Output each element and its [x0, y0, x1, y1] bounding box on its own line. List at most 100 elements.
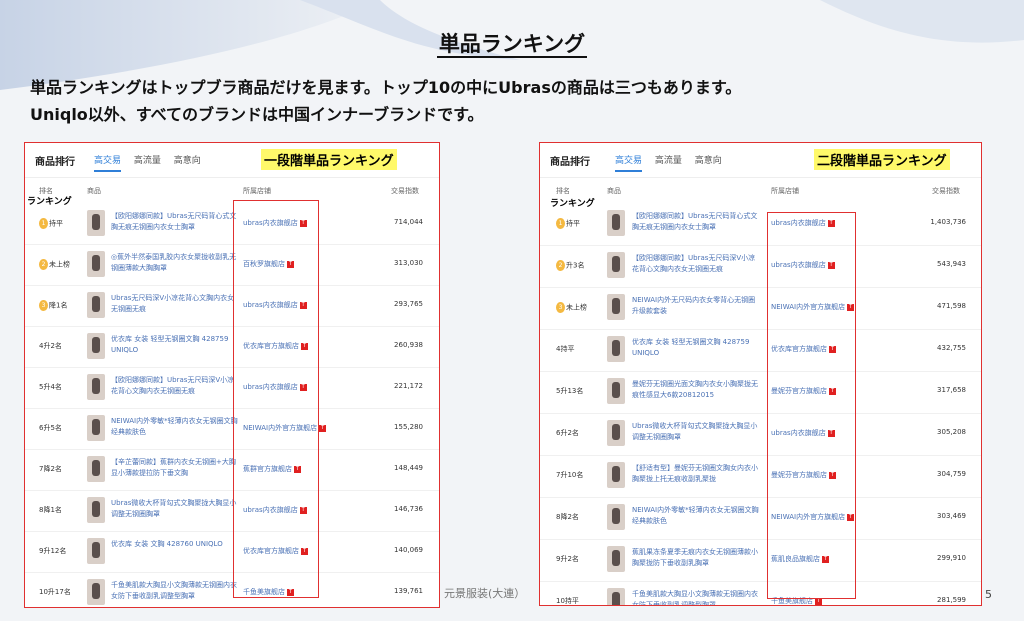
product-thumbnail[interactable] — [607, 420, 625, 446]
product-name-link[interactable]: NEIWAI内外无尺码内衣女零背心无钢圈升级款套装 — [632, 295, 760, 319]
tab-high-traffic[interactable]: 高流量 — [134, 156, 161, 166]
trade-index-value: 221,172 — [394, 382, 423, 390]
rank-change: 4持平 — [556, 344, 574, 354]
rank-text: 4升2名 — [39, 342, 62, 350]
ranking-row[interactable]: 10持平 千鱼美肌款大胸显小文胸薄款无钢圈内衣女防下垂收副乳调整型胸罩 千鱼美旗舰店… — [540, 582, 981, 605]
rank-medal-icon: 1 — [39, 218, 48, 229]
product-thumbnail[interactable] — [87, 579, 105, 605]
product-name-link[interactable]: 【欧阳娜娜同款】Ubras无尺码深V小凉花背心文胸内衣无钢圈无痕 — [111, 375, 239, 399]
product-name-link[interactable]: Ubras微收大杯背勾式文胸聚拢大胸显小调整无钢圈胸罩 — [632, 421, 760, 445]
ranking-row[interactable]: 6升2名 Ubras微收大杯背勾式文胸聚拢大胸显小调整无钢圈胸罩 ubras内衣旗舰… — [540, 414, 981, 456]
ranking-row[interactable]: 8降1名 Ubras微收大杯背勾式文胸聚拢大胸显小调整无钢圈胸罩 ubras内衣旗舰… — [25, 491, 439, 532]
product-thumbnail[interactable] — [87, 456, 105, 482]
product-thumbnail[interactable] — [607, 294, 625, 320]
ranking-row[interactable]: 5升13名 曼妮芬无钢圈光面文胸内衣女小胸聚拢无痕性感显大6款20812015 曼妮… — [540, 372, 981, 414]
product-thumbnail[interactable] — [607, 504, 625, 530]
ranking-rows: 1 持平 【欧阳娜娜同款】Ubras无尺码背心式文胸无痕无钢圈内衣女士胸罩 ubras… — [540, 204, 981, 605]
product-thumbnail[interactable] — [87, 415, 105, 441]
ranking-row[interactable]: 8降2名 NEIWAI内外零敏*轻薄内衣女无钢圈文胸经典款肤色 NEIWAI内外官方… — [540, 498, 981, 540]
product-name-link[interactable]: 【欧阳娜娜同款】Ubras无尺码深V小凉花背心文胸内衣女无钢圈无痕 — [632, 253, 760, 277]
ranking-row[interactable]: 1 持平 【欧阳娜娜同款】Ubras无尺码背心式文胸无痕无钢圈内衣女士胸罩 ubras… — [25, 204, 439, 245]
tab-high-intent[interactable]: 高意向 — [695, 156, 722, 166]
ranking-row[interactable]: 9升12名 优衣库 女装 文胸 428760 UNIQLO 优衣库官方旗舰店 T 140… — [25, 532, 439, 573]
product-name-link[interactable]: 曼妮芬无钢圈光面文胸内衣女小胸聚拢无痕性感显大6款20812015 — [632, 379, 760, 403]
rank-medal-icon: 2 — [39, 259, 48, 270]
ranking-row[interactable]: 5升4名 【欧阳娜娜同款】Ubras无尺码深V小凉花背心文胸内衣无钢圈无痕 ubra… — [25, 368, 439, 409]
product-thumbnail[interactable] — [607, 378, 625, 404]
product-name-link[interactable]: ◎蕉外半然泰国乳胶内衣女聚拢收副乳无钢圈薄款大胸胸罩 — [111, 252, 239, 276]
trade-index-value: 305,208 — [937, 428, 966, 436]
trade-index-value: 139,761 — [394, 587, 423, 595]
ranking-row[interactable]: 4持平 优衣库 女装 轻型无钢圈文胸 428759 UNIQLO 优衣库官方旗舰店 T… — [540, 330, 981, 372]
ranking-row[interactable]: 7升10名 【舒适有型】曼妮芬无钢圈文胸女内衣小胸聚拢上托无痕收副乳聚拢 曼妮芬官方… — [540, 456, 981, 498]
col-trade-index[interactable]: 交易指数 — [932, 186, 960, 196]
product-thumbnail[interactable] — [87, 251, 105, 277]
rank-change: 3 未上榜 — [556, 302, 587, 313]
ranking-panel-stage2: 商品排行 高交易 高流量 高意向 二段階単品ランキング 排名 商品 所属店铺 交… — [539, 142, 982, 606]
tab-high-traffic[interactable]: 高流量 — [655, 156, 682, 166]
rank-text: 8降2名 — [556, 513, 579, 521]
product-name-link[interactable]: 【欧阳娜娜同款】Ubras无尺码背心式文胸无痕无钢圈内衣女士胸罩 — [632, 211, 760, 235]
product-thumbnail[interactable] — [87, 374, 105, 400]
ranking-row[interactable]: 2 未上榜 ◎蕉外半然泰国乳胶内衣女聚拢收副乳无钢圈薄款大胸胸罩 百秋罗旗舰店 T 313… — [25, 245, 439, 286]
product-thumbnail[interactable] — [607, 336, 625, 362]
col-product: 商品 — [87, 187, 101, 195]
panel-title: 商品排行 — [550, 157, 590, 168]
product-thumbnail[interactable] — [87, 210, 105, 236]
panel-title: 商品排行 — [35, 157, 75, 168]
product-name-link[interactable]: Ubras微收大杯背勾式文胸聚拢大胸显小调整无钢圈胸罩 — [111, 498, 239, 522]
product-name-link[interactable]: Ubras无尺码深V小凉花背心文胸内衣女无钢圈无痕 — [111, 293, 239, 317]
trade-index-value: 146,736 — [394, 505, 423, 513]
ranking-row[interactable]: 3 降1名 Ubras无尺码深V小凉花背心文胸内衣女无钢圈无痕 ubras内衣旗舰店 T… — [25, 286, 439, 327]
product-name-link[interactable]: 【舒适有型】曼妮芬无钢圈文胸女内衣小胸聚拢上托无痕收副乳聚拢 — [632, 463, 760, 487]
rank-text: 7升10名 — [556, 471, 584, 479]
product-name-link[interactable]: 优衣库 女装 轻型无钢圈文胸 428759 UNIQLO — [111, 334, 239, 358]
ranking-row[interactable]: 3 未上榜 NEIWAI内外无尺码内衣女零背心无钢圈升级款套装 NEIWAI内外官方旗… — [540, 288, 981, 330]
trade-index-value: 281,599 — [937, 596, 966, 604]
ranking-row[interactable]: 10升17名 千鱼美肌款大胸显小文胸薄款无钢圈内衣女防下垂收副乳调整型胸罩 千鱼美旗… — [25, 573, 439, 607]
trade-index-value: 303,469 — [937, 512, 966, 520]
product-thumbnail[interactable] — [607, 210, 625, 236]
trade-index-value: 293,765 — [394, 300, 423, 308]
ranking-row[interactable]: 7降2名 【辛芷蕾同款】蕉群内衣女无钢圈+大胸显小薄款提拉防下垂文胸 蕉群官方旗舰店… — [25, 450, 439, 491]
rank-change: 7降2名 — [39, 464, 62, 474]
product-name-link[interactable]: 千鱼美肌款大胸显小文胸薄款无钢圈内衣女防下垂收副乳调整型胸罩 — [111, 580, 239, 604]
product-name-link[interactable]: NEIWAI内外零敏*轻薄内衣女无钢圈文胸经典款肤色 — [632, 505, 760, 529]
product-thumbnail[interactable] — [607, 462, 625, 488]
tab-high-intent[interactable]: 高意向 — [174, 156, 201, 166]
rank-text: 未上榜 — [566, 303, 587, 312]
ranking-row[interactable]: 9升2名 蕉肌果冻条夏季无痕内衣女无钢圈薄款小胸聚拢防下垂收副乳胸罩 蕉肌良品旗舰店… — [540, 540, 981, 582]
panel-header: 商品排行 高交易 高流量 高意向 一段階単品ランキング — [25, 143, 439, 178]
product-thumbnail[interactable] — [87, 333, 105, 359]
product-thumbnail[interactable] — [87, 538, 105, 564]
ranking-row[interactable]: 1 持平 【欧阳娜娜同款】Ubras无尺码背心式文胸无痕无钢圈内衣女士胸罩 ubras… — [540, 204, 981, 246]
tab-high-transaction[interactable]: 高交易 — [94, 156, 122, 172]
product-name-link[interactable]: 优衣库 女装 轻型无钢圈文胸 428759 UNIQLO — [632, 337, 760, 361]
trade-index-value: 543,943 — [937, 260, 966, 268]
product-name-link[interactable]: 【欧阳娜娜同款】Ubras无尺码背心式文胸无痕无钢圈内衣女士胸罩 — [111, 211, 239, 235]
product-thumbnail[interactable] — [87, 292, 105, 318]
rank-change: 1 持平 — [556, 218, 580, 229]
tab-high-transaction[interactable]: 高交易 — [615, 156, 643, 172]
product-thumbnail[interactable] — [607, 588, 625, 605]
col-trade-index[interactable]: 交易指数 — [391, 186, 419, 196]
rank-medal-icon: 1 — [556, 218, 565, 229]
trade-index-value: 140,069 — [394, 546, 423, 554]
product-thumbnail[interactable] — [607, 546, 625, 572]
tmall-icon: T — [319, 424, 327, 432]
ranking-row[interactable]: 2 升3名 【欧阳娜娜同款】Ubras无尺码深V小凉花背心文胸内衣女无钢圈无痕 ubr… — [540, 246, 981, 288]
rank-text: 持平 — [49, 219, 63, 228]
product-name-link[interactable]: 蕉肌果冻条夏季无痕内衣女无钢圈薄款小胸聚拢防下垂收副乳胸罩 — [632, 547, 760, 571]
product-name-link[interactable]: NEIWAI内外零敏*轻薄内衣女无钢圈文胸经典款肤色 — [111, 416, 239, 440]
trade-index-value: 714,044 — [394, 218, 423, 226]
ranking-row[interactable]: 6升5名 NEIWAI内外零敏*轻薄内衣女无钢圈文胸经典款肤色 NEIWAI内外官方… — [25, 409, 439, 450]
product-thumbnail[interactable] — [607, 252, 625, 278]
col-store: 所属店铺 — [771, 187, 799, 195]
rank-text: 降1名 — [49, 301, 68, 310]
product-name-link[interactable]: 优衣库 女装 文胸 428760 UNIQLO — [111, 539, 239, 563]
ranking-row[interactable]: 4升2名 优衣库 女装 轻型无钢圈文胸 428759 UNIQLO 优衣库官方旗舰店… — [25, 327, 439, 368]
footer-company: 元景服装(大連） — [444, 587, 526, 600]
product-name-link[interactable]: 千鱼美肌款大胸显小文胸薄款无钢圈内衣女防下垂收副乳调整型胸罩 — [632, 589, 760, 605]
product-thumbnail[interactable] — [87, 497, 105, 523]
product-name-link[interactable]: 【辛芷蕾同款】蕉群内衣女无钢圈+大胸显小薄款提拉防下垂文胸 — [111, 457, 239, 481]
